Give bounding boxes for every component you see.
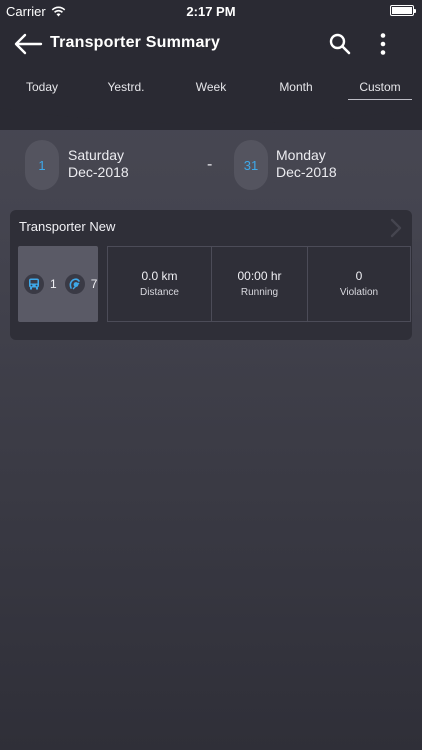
tab-yesterday[interactable]: Yestrd. — [98, 80, 154, 94]
transporter-card[interactable]: Transporter New 1 7 0.0 km Distance 00:0… — [10, 210, 412, 340]
distance-value: 0.0 km — [141, 269, 178, 283]
tab-week[interactable]: Week — [183, 80, 239, 94]
to-date-text[interactable]: Monday Dec-2018 — [276, 147, 337, 181]
vehicle-status-icon — [64, 274, 85, 294]
violation-label: Violation — [339, 287, 379, 298]
to-month-year: Dec-2018 — [276, 164, 337, 180]
from-month-year: Dec-2018 — [68, 164, 129, 180]
status-time: 2:17 PM — [186, 4, 236, 19]
to-date-pill[interactable]: 31 — [234, 140, 268, 190]
back-arrow-icon[interactable] — [12, 30, 44, 58]
violation-value: 0 — [355, 269, 363, 283]
from-day: 1 — [38, 157, 46, 173]
stat-running: 00:00 hr Running — [211, 247, 307, 321]
tab-today[interactable]: Today — [14, 80, 70, 94]
chevron-right-icon[interactable] — [390, 218, 402, 238]
distance-label: Distance — [140, 287, 179, 298]
battery-icon — [390, 5, 416, 16]
bus-icon — [24, 274, 44, 294]
status-bar: Carrier 2:17 PM — [0, 0, 422, 22]
date-separator: - — [207, 156, 213, 173]
running-label: Running — [240, 287, 279, 298]
bus-count: 1 — [50, 277, 57, 291]
header-curve — [0, 100, 422, 124]
from-date-text[interactable]: Saturday Dec-2018 — [68, 147, 129, 181]
more-vertical-icon[interactable] — [374, 32, 392, 56]
from-date-pill[interactable]: 1 — [25, 140, 59, 190]
stat-distance: 0.0 km Distance — [108, 247, 211, 321]
page-title: Transporter Summary — [50, 34, 221, 51]
other-vehicle-count: 7 — [90, 277, 98, 291]
search-icon[interactable] — [328, 32, 352, 56]
transporter-name: Transporter New — [19, 219, 116, 234]
tab-custom[interactable]: Custom — [348, 80, 412, 100]
vehicle-summary: 1 7 — [18, 246, 98, 322]
date-range: 1 Saturday Dec-2018 - 31 Monday Dec-2018 — [0, 140, 422, 196]
tab-month[interactable]: Month — [268, 80, 324, 94]
stats-grid: 0.0 km Distance 00:00 hr Running 0 Viola… — [107, 246, 411, 322]
from-weekday: Saturday — [68, 147, 125, 163]
running-value: 00:00 hr — [237, 269, 282, 283]
to-weekday: Monday — [276, 147, 326, 163]
stat-violation: 0 Violation — [307, 247, 410, 321]
to-day: 31 — [243, 157, 259, 173]
